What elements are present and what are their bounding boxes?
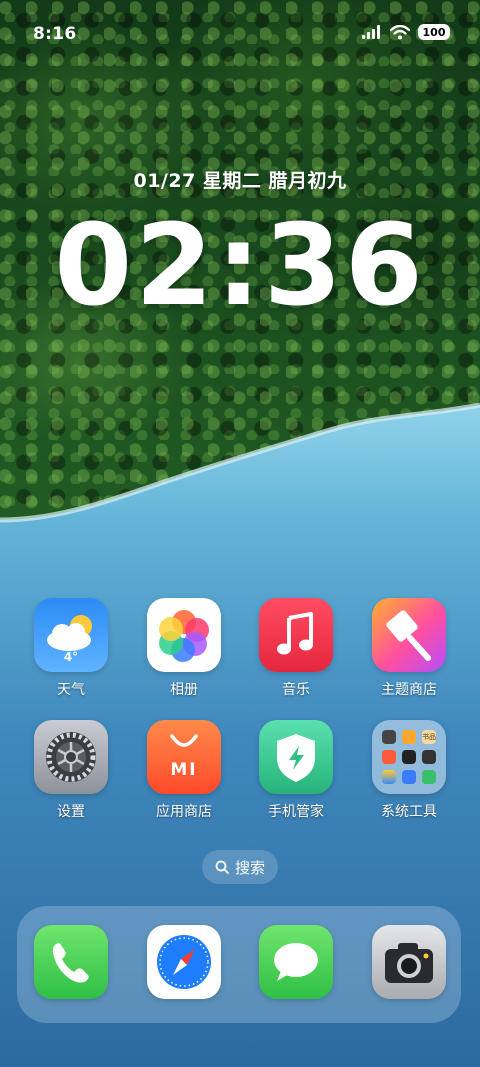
app-app-store[interactable]: MI 应用商店: [134, 720, 234, 821]
camera-icon: [372, 925, 446, 999]
dock-phone[interactable]: [21, 925, 121, 999]
app-label: 应用商店: [156, 804, 212, 820]
app-label: 系统工具: [381, 804, 437, 820]
folder-mini-app: [382, 770, 396, 784]
app-security[interactable]: 手机管家: [246, 720, 346, 821]
settings-gear-icon: [34, 720, 108, 794]
battery-indicator: 100: [418, 24, 450, 40]
app-label: 主题商店: [381, 682, 437, 698]
browser-compass-icon: [147, 925, 221, 999]
mi-logo-text: MI: [170, 760, 198, 780]
folder-icon: 书品: [372, 720, 446, 794]
search-button[interactable]: 搜索: [202, 850, 278, 884]
lock-clock: 02:36: [54, 201, 426, 331]
app-weather[interactable]: 4° 天气: [21, 598, 121, 699]
dock-browser[interactable]: [134, 925, 234, 999]
folder-mini-app: [422, 750, 436, 764]
app-label: 设置: [57, 804, 85, 820]
status-bar: 8:16 100: [0, 0, 480, 68]
folder-mini-app: [402, 730, 416, 744]
app-label: 天气: [57, 682, 85, 698]
lock-date: 01/27 星期二 腊月初九: [133, 170, 347, 192]
gallery-icon: [147, 598, 221, 672]
app-music[interactable]: 音乐: [246, 598, 346, 699]
app-settings[interactable]: 设置: [21, 720, 121, 821]
dock-camera[interactable]: [359, 925, 459, 999]
folder-mini-app: [382, 750, 396, 764]
dock-messages[interactable]: [246, 925, 346, 999]
signal-icon: [362, 25, 380, 39]
folder-mini-app-tag: 书品: [422, 730, 436, 744]
weather-icon: 4°: [34, 598, 108, 672]
search-icon: [215, 860, 229, 874]
wifi-icon: [390, 24, 410, 39]
search-label: 搜索: [234, 858, 265, 877]
weather-temperature: 4°: [63, 650, 79, 664]
folder-mini-app: [382, 730, 396, 744]
app-label: 手机管家: [268, 804, 324, 820]
status-icons: 100: [362, 24, 450, 40]
theme-store-icon: [372, 598, 446, 672]
folder-mini-app: [402, 770, 416, 784]
folder-mini-app: [422, 770, 436, 784]
music-icon: [259, 598, 333, 672]
messages-icon: [259, 925, 333, 999]
app-folder-system-tools[interactable]: 书品 系统工具: [359, 720, 459, 821]
app-label: 相册: [170, 682, 198, 698]
security-shield-icon: [259, 720, 333, 794]
app-label: 音乐: [282, 682, 310, 698]
app-store-icon: MI: [147, 720, 221, 794]
phone-icon: [34, 925, 108, 999]
app-gallery[interactable]: 相册: [134, 598, 234, 699]
status-time: 8:16: [33, 24, 77, 44]
folder-mini-app: [402, 750, 416, 764]
app-theme-store[interactable]: 主题商店: [359, 598, 459, 699]
